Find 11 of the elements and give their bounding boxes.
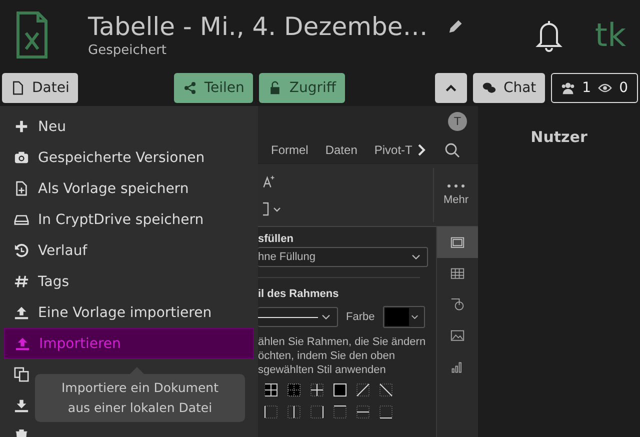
hint-text: ählen Sie Rahmen, die Sie ändern öchten, indem Sie den oben sgewählten Stil anwenden <box>258 335 427 377</box>
section-heading: il des Rahmens <box>258 288 340 300</box>
dropdown-value: hne Füllung <box>258 251 316 263</box>
section-heading: sfüllen <box>258 233 294 245</box>
save-status: Gespeichert <box>88 43 168 58</box>
tooltip: Importiere ein Dokument aus einer lokalen Datei <box>35 374 245 422</box>
panel-title: Nutzer <box>530 128 588 148</box>
user-count: 1 <box>582 80 592 96</box>
color-label: Farbe <box>346 311 375 323</box>
document-title: Tabelle - Mi., 4. Dezembe… <box>88 12 428 41</box>
viewer-count: 0 <box>619 80 628 96</box>
